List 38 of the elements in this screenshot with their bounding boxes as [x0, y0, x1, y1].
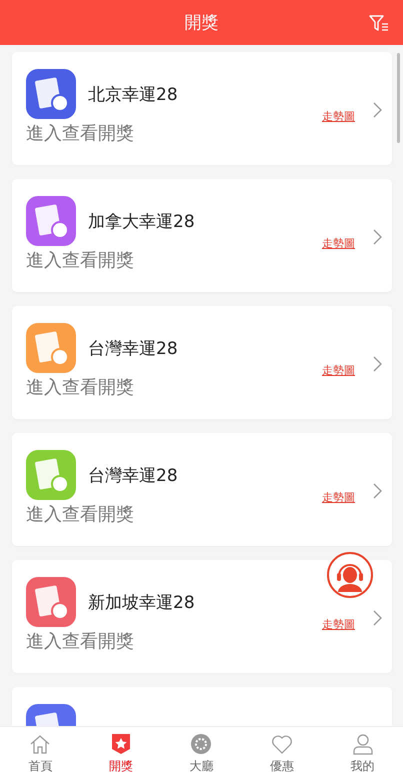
- nav-tab[interactable]: 大廳: [161, 727, 242, 781]
- chevron-right-icon[interactable]: [373, 102, 382, 118]
- filter-icon[interactable]: [369, 14, 389, 32]
- view-results-text: 進入查看開獎: [26, 630, 135, 653]
- trend-chart-link[interactable]: 走勢圖: [322, 236, 355, 251]
- star-badge-icon: [110, 733, 132, 755]
- trend-chart-link[interactable]: 走勢圖: [322, 363, 355, 378]
- chevron-right-icon[interactable]: [373, 610, 382, 626]
- nav-tab[interactable]: 優惠: [242, 727, 322, 781]
- view-results-text: 進入查看開獎: [26, 122, 135, 145]
- lottery-name: 台灣幸運28: [88, 464, 178, 486]
- trend-chart-link[interactable]: 走勢圖: [322, 109, 355, 124]
- lottery-name: 新加坡幸運28: [88, 592, 195, 614]
- page-title: 開獎: [184, 12, 218, 34]
- chevron-right-icon[interactable]: [373, 483, 382, 499]
- lottery-name: 北京幸運28: [88, 84, 178, 106]
- lottery-card[interactable]: 台灣幸運28 進入查看開獎 走勢圖: [12, 433, 392, 546]
- lottery-card[interactable]: 北京幸運28 進入查看開獎 走勢圖: [12, 52, 392, 165]
- lottery-card[interactable]: 新加坡幸運28 進入查看開獎 走勢圖: [12, 560, 392, 673]
- home-icon: [29, 733, 52, 755]
- lottery-name: 加拿大幸運28: [88, 210, 195, 232]
- lottery-card[interactable]: 加拿大幸運28 進入查看開獎 走勢圖: [12, 179, 392, 292]
- chevron-right-icon[interactable]: [373, 229, 382, 245]
- nav-tab[interactable]: 開獎: [80, 727, 162, 781]
- heart-icon: [271, 733, 294, 755]
- nav-tab[interactable]: 首頁: [0, 727, 81, 781]
- flower-icon: [190, 733, 212, 755]
- chevron-right-icon[interactable]: [373, 356, 382, 372]
- view-results-text: 進入查看開獎: [26, 503, 135, 526]
- view-results-text: 進入查看開獎: [26, 249, 135, 272]
- trend-chart-link[interactable]: 走勢圖: [322, 617, 355, 632]
- view-results-text: 進入查看開獎: [26, 376, 135, 399]
- customer-service-icon[interactable]: [327, 552, 373, 598]
- person-icon: [352, 733, 374, 755]
- lottery-name: 台灣幸運28: [88, 338, 178, 360]
- nav-tab[interactable]: 我的: [322, 727, 403, 781]
- trend-chart-link[interactable]: 走勢圖: [322, 490, 355, 505]
- lottery-card[interactable]: 台灣幸運28 進入查看開獎 走勢圖: [12, 306, 392, 419]
